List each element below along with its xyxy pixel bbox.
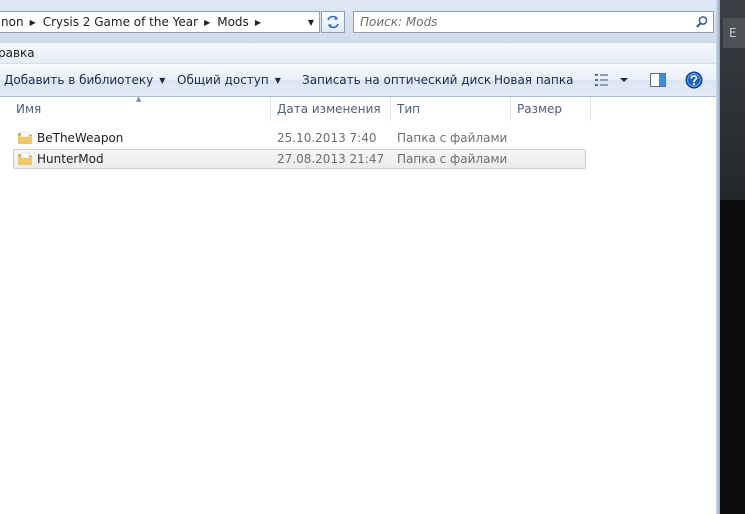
chevron-down-icon: ▼ bbox=[159, 75, 166, 85]
list-item[interactable]: HunterMod 27.08.2013 21:47 Папка с файла… bbox=[13, 149, 586, 169]
breadcrumb-label: Mods bbox=[217, 15, 249, 29]
breadcrumb-label: Crysis 2 Game of the Year bbox=[42, 15, 199, 29]
command-bar: Добавить в библиотеку ▼ Общий доступ ▼ З… bbox=[0, 64, 718, 97]
help-button[interactable] bbox=[685, 71, 703, 92]
column-headers: ▲ Имя Дата изменения Тип Размер bbox=[0, 95, 718, 121]
chevron-down-icon[interactable]: ▼ bbox=[303, 12, 319, 32]
file-name: HunterMod bbox=[37, 152, 104, 166]
chevron-down-icon: ▼ bbox=[274, 75, 281, 85]
menu-bar: равка bbox=[0, 42, 718, 64]
menu-item-help[interactable]: равка bbox=[0, 46, 35, 60]
breadcrumb-item[interactable]: Mods ▶ bbox=[213, 12, 264, 32]
burn-disc-button[interactable]: Записать на оптический диск bbox=[302, 73, 491, 87]
file-type: Папка с файлами bbox=[397, 152, 508, 166]
column-header-size[interactable]: Размер bbox=[511, 97, 591, 121]
column-header-name[interactable]: Имя bbox=[10, 97, 271, 121]
breadcrumb-label: non bbox=[1, 15, 24, 29]
chevron-right-icon[interactable]: ▶ bbox=[202, 18, 213, 27]
breadcrumb-item[interactable]: Crysis 2 Game of the Year ▶ bbox=[39, 12, 214, 32]
view-options-icon bbox=[595, 74, 628, 86]
background-window: E bbox=[720, 0, 745, 514]
background-shade bbox=[720, 200, 745, 514]
new-folder-button[interactable]: Новая папка bbox=[494, 73, 573, 87]
chevron-right-icon[interactable]: ▶ bbox=[28, 18, 39, 27]
file-date: 27.08.2013 21:47 bbox=[277, 152, 385, 166]
folder-icon bbox=[18, 131, 32, 144]
file-type: Папка с файлами bbox=[397, 131, 508, 145]
folder-icon bbox=[18, 152, 32, 165]
preview-pane-icon bbox=[650, 73, 666, 87]
address-row: non ▶ Crysis 2 Game of the Year ▶ Mods ▶… bbox=[0, 0, 718, 42]
breadcrumb-item[interactable]: non ▶ bbox=[0, 12, 39, 32]
help-icon bbox=[685, 71, 703, 89]
refresh-button[interactable] bbox=[321, 11, 345, 33]
share-label: Общий доступ bbox=[177, 73, 269, 87]
chevron-right-icon[interactable]: ▶ bbox=[253, 18, 264, 27]
view-options-button[interactable] bbox=[594, 71, 630, 92]
column-header-date[interactable]: Дата изменения bbox=[271, 97, 391, 121]
search-input[interactable] bbox=[360, 12, 690, 32]
refresh-icon bbox=[327, 15, 339, 29]
search-icon[interactable] bbox=[695, 15, 709, 29]
address-bar[interactable]: non ▶ Crysis 2 Game of the Year ▶ Mods ▶… bbox=[0, 11, 320, 33]
background-tab[interactable]: E bbox=[723, 18, 745, 48]
preview-pane-button[interactable] bbox=[649, 71, 667, 92]
file-name: BeTheWeapon bbox=[37, 131, 124, 145]
explorer-window: non ▶ Crysis 2 Game of the Year ▶ Mods ▶… bbox=[0, 0, 718, 514]
list-item[interactable]: BeTheWeapon 25.10.2013 7:40 Папка с файл… bbox=[13, 128, 586, 148]
file-date: 25.10.2013 7:40 bbox=[277, 131, 377, 145]
burn-disc-label: Записать на оптический диск bbox=[302, 73, 492, 87]
add-to-library-button[interactable]: Добавить в библиотеку ▼ bbox=[4, 73, 165, 87]
add-to-library-label: Добавить в библиотеку bbox=[4, 73, 154, 87]
column-header-type[interactable]: Тип bbox=[391, 97, 511, 121]
new-folder-label: Новая папка bbox=[494, 73, 574, 87]
share-button[interactable]: Общий доступ ▼ bbox=[177, 73, 281, 87]
search-box[interactable] bbox=[353, 11, 714, 33]
